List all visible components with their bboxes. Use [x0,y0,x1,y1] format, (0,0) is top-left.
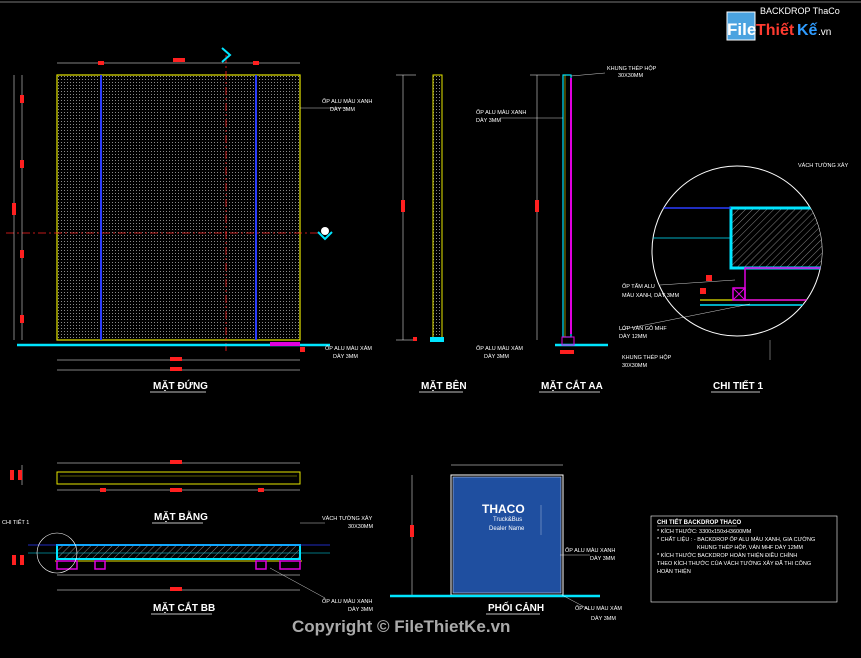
bb-wall-1: VÁCH TƯỜNG XÂY [322,515,373,522]
spec-line-3: KHUNG THÉP HỘP, VÁN MHF DÀY 12MM [697,544,803,551]
perspective-brand: THACO [482,502,525,516]
detail-op-2: MÀU XANH, DÀY 3MM [622,292,679,299]
spec-line-1: * KÍCH THƯỚC: 3300x150xH3600MM [657,528,752,535]
aa-frame-title: KHUNG THÉP HỘP [607,65,657,72]
plan-view [10,460,301,492]
detail-mdf-1: LỚP VÁN GỖ MHF [619,325,667,332]
spec-line-5: THEO KÍCH THƯỚC CỦA VÁCH TƯỜNG XÂY ĐÃ TH… [657,560,811,567]
detail-caption: CHI TIẾT 1 [713,379,763,392]
front-op-title: ỐP ALU MÀU XANH [322,98,372,105]
front-bottom-title: ỐP ALU MÀU XÁM [325,345,372,352]
perspective-view [390,464,600,611]
perspective-op-xam-1: ỐP ALU MÀU XÁM [575,605,622,612]
spec-title: CHI TIẾT BACKDROP THACO [657,519,742,526]
logo-thiet-text: Thiết [756,22,795,39]
bb-op-1: ỐP ALU MÀU XANH [322,598,372,605]
bb-caption: MẶT CẮT BB [153,601,215,614]
aa-op-thk: DÀY 3MM [476,117,501,124]
site-logo: File Thiết Kế .vn [726,11,831,41]
spec-line-4: * KÍCH THƯỚC BACKDROP HOÀN THIỆN ĐIỀU CH… [657,551,797,559]
bb-detail-ref: CHI TIẾT 1 [2,519,29,526]
spec-line-6: HOÀN THIỆN [657,567,691,575]
front-elevation [6,47,333,371]
perspective-dealer: Dealer Name [489,526,525,532]
spec-line-2: * CHẤT LIỆU : - BACKDROP ỐP ALU MÀU XANH… [657,535,815,543]
detail-wall: VÁCH TƯỜNG XÂY [798,162,849,169]
project-title: BACKDROP ThaCo [760,6,840,16]
logo-ke-text: Kế [797,22,818,39]
aa-op-title: ỐP ALU MÀU XANH [476,109,526,116]
detail-frame-2: 30X30MM [622,363,647,369]
aa-bottom-title: ỐP ALU MÀU XÁM [476,345,523,352]
aa-bottom-thk: DÀY 3MM [484,353,509,360]
detail-mdf-2: DÀY 12MM [619,333,647,340]
perspective-op-xanh-2: DÀY 3MM [590,555,615,562]
bb-op-2: DÀY 3MM [348,606,373,613]
perspective-op-xanh-1: ỐP ALU MÀU XANH [565,547,615,554]
bb-wall-2: 30X30MM [348,524,373,530]
front-bottom-thk: DÀY 3MM [333,353,358,360]
perspective-sub: Truck&Bus [493,517,522,523]
aa-frame-size: 30X30MM [618,73,643,79]
front-caption: MẶT ĐỨNG [153,379,208,392]
section-bb [12,522,330,599]
plan-caption: MẶT BẰNG [154,510,208,523]
detail-frame-1: KHUNG THÉP HỘP [622,354,672,361]
cad-drawing: File Thiết Kế .vn BACKDROP ThaCo ỐP ALU … [0,1,861,636]
logo-file-text: File [727,20,756,39]
side-elevation [396,74,444,342]
front-op-thk: DÀY 3MM [330,106,355,113]
perspective-op-xam-2: DÀY 3MM [591,615,616,622]
detail-op-1: ỐP TẤM ALU [622,283,655,290]
perspective-caption: PHỐI CẢNH [488,600,544,614]
copyright-watermark: Copyright © FileThietKe.vn [292,617,510,636]
aa-caption: MẶT CẮT AA [541,379,603,392]
side-caption: MẶT BÊN [421,379,467,392]
logo-suffix-text: .vn [818,27,831,38]
